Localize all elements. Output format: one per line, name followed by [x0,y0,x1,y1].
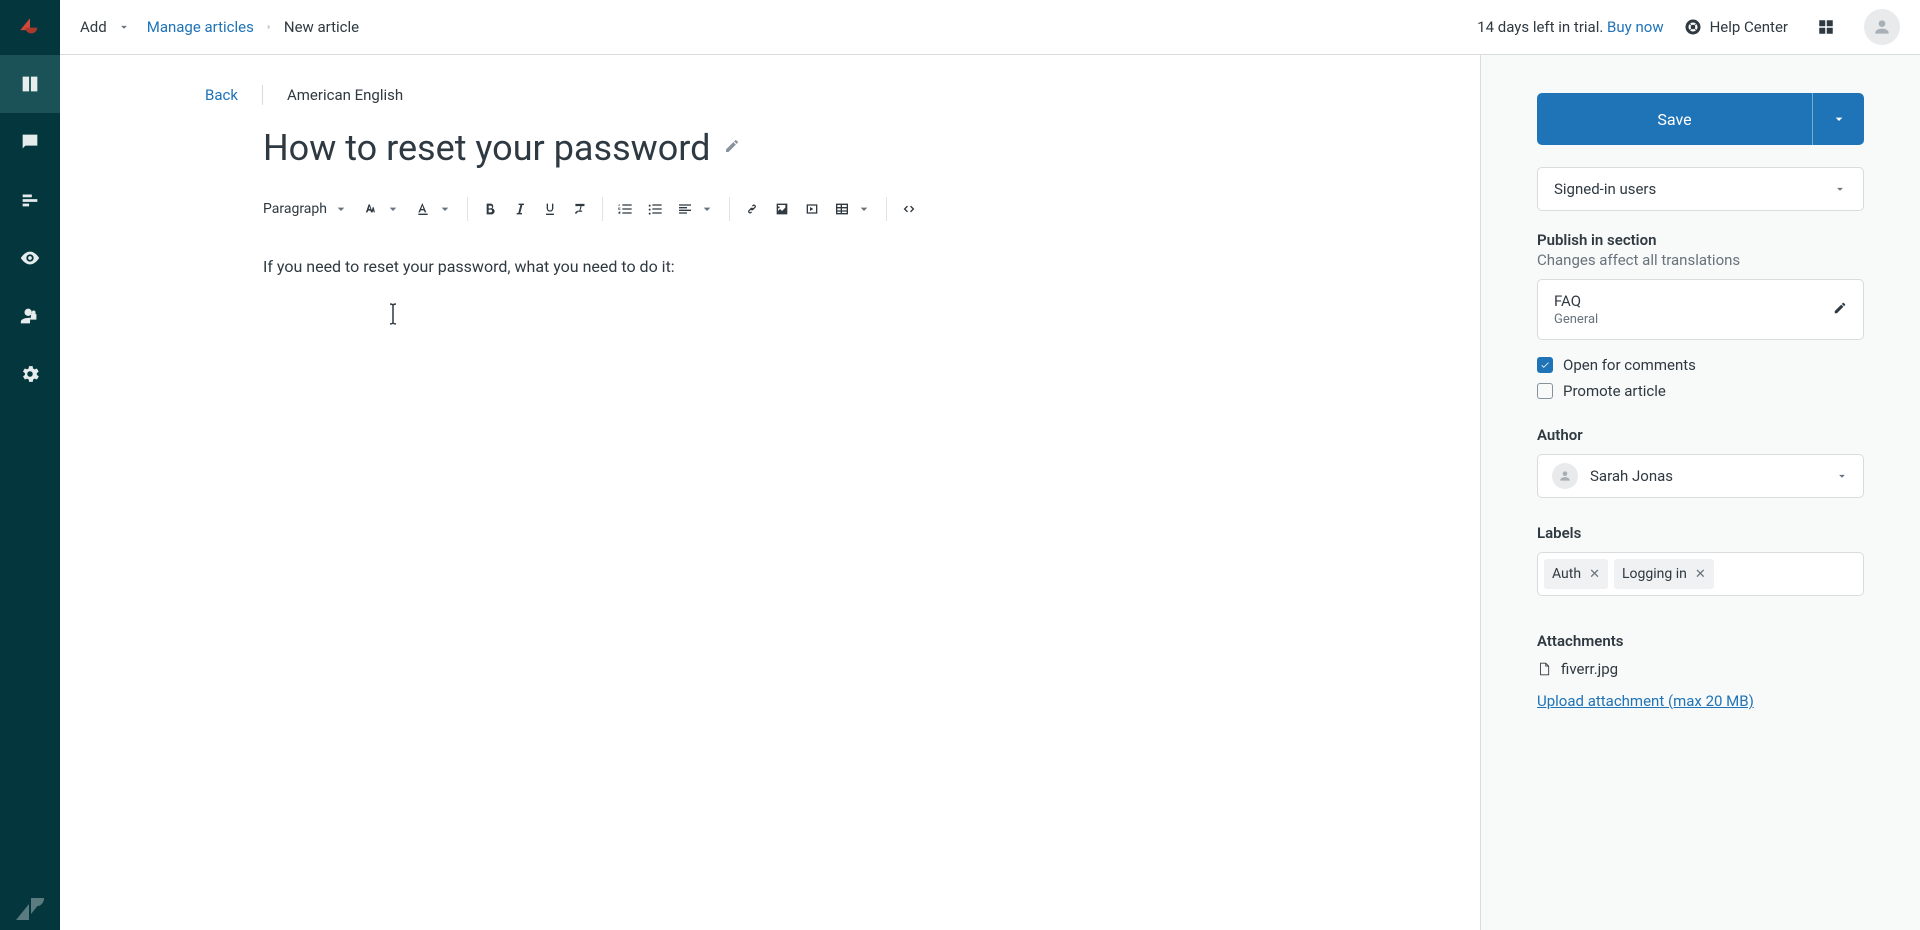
chevron-down-icon [856,201,872,217]
file-icon [1537,660,1551,678]
chevron-down-icon [699,201,715,217]
back-link[interactable]: Back [205,86,238,104]
table-select[interactable] [834,201,872,217]
attachment-item[interactable]: fiverr.jpg [1537,660,1864,678]
article-body[interactable]: If you need to reset your password, what… [263,255,1135,655]
save-dropdown-button[interactable] [1812,93,1864,145]
publish-section-sub: Changes affect all translations [1537,251,1864,269]
ordered-list-button[interactable] [617,201,633,217]
chevron-down-icon [1833,182,1847,196]
crumb-manage-articles[interactable]: Manage articles [147,18,254,36]
add-button[interactable]: Add [80,18,131,36]
chevron-down-icon [1831,111,1847,127]
lifebuoy-icon [1684,18,1702,36]
apps-grid-icon[interactable] [1808,9,1844,45]
bold-button[interactable] [482,201,498,217]
topbar: Add Manage articles New article 14 days … [60,0,1920,55]
rail-knowledge[interactable] [0,55,60,113]
person-icon [1872,17,1892,37]
label-tag: Auth ✕ [1544,559,1608,589]
author-heading: Author [1537,426,1864,444]
video-button[interactable] [804,201,820,217]
section-select[interactable]: FAQ General [1537,279,1864,340]
person-icon [1558,469,1572,483]
remove-tag-icon[interactable]: ✕ [1695,567,1706,582]
source-code-button[interactable] [901,201,917,217]
labels-input[interactable]: Auth ✕ Logging in ✕ [1537,552,1864,596]
underline-button[interactable] [542,201,558,217]
rail-preview[interactable] [0,229,60,287]
help-center-button[interactable]: Help Center [1684,18,1788,36]
chevron-right-icon [264,18,274,36]
editor-column: Back American English How to reset your … [60,55,1480,930]
unordered-list-button[interactable] [647,201,663,217]
add-button-label: Add [80,18,107,36]
properties-sidebar: Save Signed-in users Publish in section … [1480,55,1920,930]
publish-section-heading: Publish in section [1537,231,1864,249]
rail-feedback[interactable] [0,113,60,171]
author-avatar [1552,463,1578,489]
buy-now-link[interactable]: Buy now [1607,18,1664,36]
user-avatar[interactable] [1864,9,1900,45]
link-button[interactable] [744,201,760,217]
chevron-down-icon [117,20,131,34]
align-select[interactable] [677,201,715,217]
remove-tag-icon[interactable]: ✕ [1589,567,1600,582]
label-tag: Logging in ✕ [1614,559,1714,589]
italic-button[interactable] [512,201,528,217]
author-select[interactable]: Sarah Jonas [1537,454,1864,498]
open-comments-checkbox[interactable] [1537,357,1553,373]
trial-text: 14 days left in trial. Buy now [1477,18,1663,36]
article-title[interactable]: How to reset your password [263,127,710,169]
upload-attachment-link[interactable]: Upload attachment (max 20 MB) [1537,692,1864,710]
chevron-down-icon [1835,469,1849,483]
text-cursor-icon [389,303,390,325]
locale-label[interactable]: American English [287,86,403,104]
text-color-select[interactable] [415,201,453,217]
chevron-down-icon [385,201,401,217]
visibility-select[interactable]: Signed-in users [1537,167,1864,211]
promote-article-checkbox[interactable] [1537,383,1553,399]
pencil-icon[interactable] [1833,300,1847,319]
chevron-down-icon [333,201,349,217]
rail-settings[interactable] [0,345,60,403]
image-button[interactable] [774,201,790,217]
zendesk-logo[interactable] [0,0,60,55]
zendesk-mark[interactable] [0,898,60,930]
rail-permissions[interactable] [0,287,60,345]
chevron-down-icon [437,201,453,217]
font-size-select[interactable] [363,201,401,217]
attachments-heading: Attachments [1537,632,1864,650]
clear-format-button[interactable] [572,201,588,217]
breadcrumb: Manage articles New article [147,18,359,36]
labels-heading: Labels [1537,524,1864,542]
crumb-current: New article [284,18,359,36]
pencil-icon[interactable] [724,138,740,158]
left-rail [0,0,60,930]
promote-article-label: Promote article [1563,382,1666,400]
paragraph-style-select[interactable]: Paragraph [263,201,349,217]
rte-toolbar: Paragraph [263,197,1135,231]
save-button[interactable]: Save [1537,93,1812,145]
rail-arrange[interactable] [0,171,60,229]
open-comments-label: Open for comments [1563,356,1696,374]
